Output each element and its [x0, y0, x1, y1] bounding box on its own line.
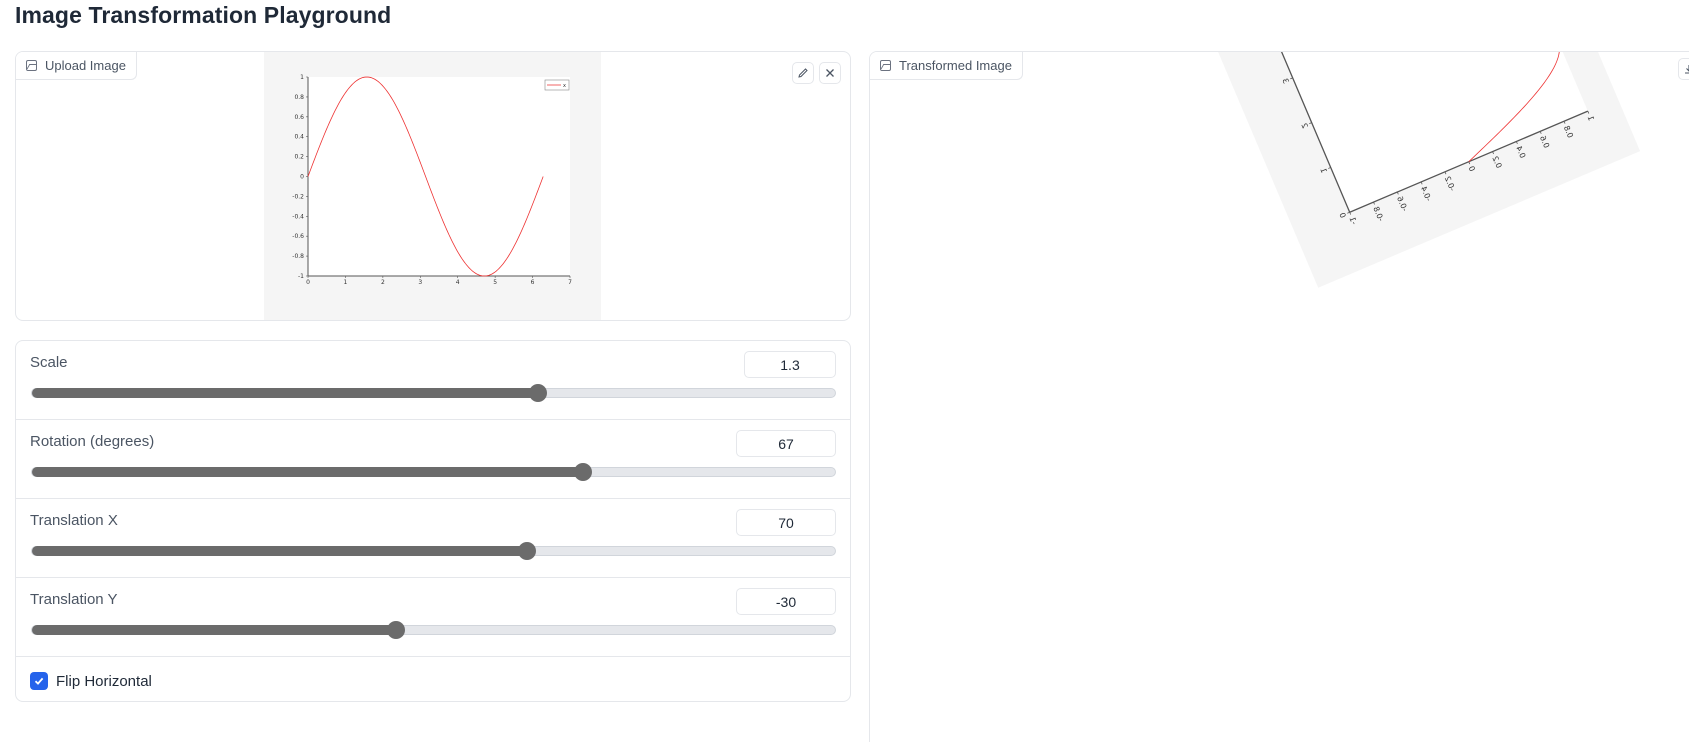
x-tick-label: 3	[418, 279, 422, 286]
y-tick-label: 0.2	[294, 154, 304, 161]
y-tick-label: 0	[300, 174, 304, 181]
translation-y-slider[interactable]	[31, 621, 836, 639]
translation-x-label: Translation X	[30, 512, 118, 529]
scale-slider-fill	[32, 388, 538, 398]
translation-x-number-input[interactable]: 70	[736, 509, 836, 536]
x-tick-label: 0	[306, 279, 310, 286]
rotation-slider-row: Rotation (degrees) 67	[16, 420, 850, 499]
transformed-plot: 10.80.60.40.20-0.2-0.4-0.6-0.8-1 0123456…	[1147, 52, 1641, 288]
y-tick-label: 0.6	[294, 114, 304, 121]
image-icon	[26, 60, 37, 71]
download-icon[interactable]	[1678, 58, 1689, 80]
page-title: Image Transformation Playground	[15, 2, 392, 28]
y-tick-label: -1	[298, 273, 304, 280]
translation-x-slider-thumb[interactable]	[518, 542, 537, 560]
controls-panel: Scale 1.3 Rotation (degrees) 67 Translat…	[15, 340, 851, 702]
x-tick-label: 2	[381, 279, 385, 286]
translation-y-slider-thumb[interactable]	[386, 621, 405, 639]
rotation-number-input[interactable]: 67	[736, 430, 836, 457]
scale-label: Scale	[30, 354, 68, 371]
y-tick-label: 0.8	[294, 94, 304, 101]
flip-horizontal-label: Flip Horizontal	[56, 672, 152, 690]
rotation-slider[interactable]	[31, 463, 836, 481]
transformed-image-label: Transformed Image	[870, 52, 1023, 80]
x-tick-label: 6	[531, 279, 535, 286]
y-tick-label: -0.4	[292, 213, 304, 220]
translation-y-slider-fill	[32, 625, 396, 635]
flip-horizontal-checkbox[interactable]	[30, 672, 48, 690]
x-tick-label: 5	[493, 279, 497, 286]
translation-x-slider-fill	[32, 546, 528, 556]
flip-horizontal-row: Flip Horizontal	[16, 657, 850, 701]
pencil-icon[interactable]	[792, 62, 814, 84]
y-tick-label: 0.4	[294, 134, 304, 141]
translation-y-slider-row: Translation Y -30	[16, 578, 850, 657]
y-tick-label: -0.8	[292, 253, 304, 260]
y-tick-label: -0.6	[292, 233, 304, 240]
upload-image-label-text: Upload Image	[45, 58, 126, 73]
translation-x-slider-row: Translation X 70	[16, 499, 850, 578]
transformed-image-panel: 10.80.60.40.20-0.2-0.4-0.6-0.8-1 0123456…	[869, 51, 1689, 742]
scale-slider-row: Scale 1.3	[16, 341, 850, 420]
scale-slider[interactable]	[31, 384, 836, 402]
translation-x-slider[interactable]	[31, 542, 836, 560]
rotation-label: Rotation (degrees)	[30, 433, 155, 450]
plot-legend-text: x	[563, 83, 566, 89]
translation-y-label: Translation Y	[30, 591, 118, 608]
uploaded-sine-plot: 1 0.8 0.6 0.4 0.2 0 -0.2 -0.4 -0.6 -0.8 -1 0 1 2 3 4 5 6…	[264, 52, 601, 320]
scale-number-input[interactable]: 1.3	[744, 351, 836, 378]
upload-image-label: Upload Image	[16, 52, 137, 80]
image-icon	[880, 60, 891, 71]
x-tick-label: 4	[456, 279, 460, 286]
y-tick-label: -0.2	[292, 193, 304, 200]
translation-y-number-input[interactable]: -30	[736, 588, 836, 615]
upload-image-panel[interactable]: Upload Image 1 0.8 0.6 0.4 0.2 0 -0.2 -0.4 -0.6 -…	[15, 51, 851, 321]
rotation-slider-thumb[interactable]	[573, 463, 592, 481]
scale-slider-thumb[interactable]	[528, 384, 547, 402]
close-icon[interactable]	[819, 62, 841, 84]
rotation-slider-fill	[32, 467, 583, 477]
x-tick-label: 7	[568, 279, 572, 286]
checkmark-icon	[34, 677, 44, 685]
y-tick-label: 1	[300, 74, 304, 81]
transformed-image-label-text: Transformed Image	[899, 58, 1012, 73]
x-tick-label: 1	[344, 279, 348, 286]
